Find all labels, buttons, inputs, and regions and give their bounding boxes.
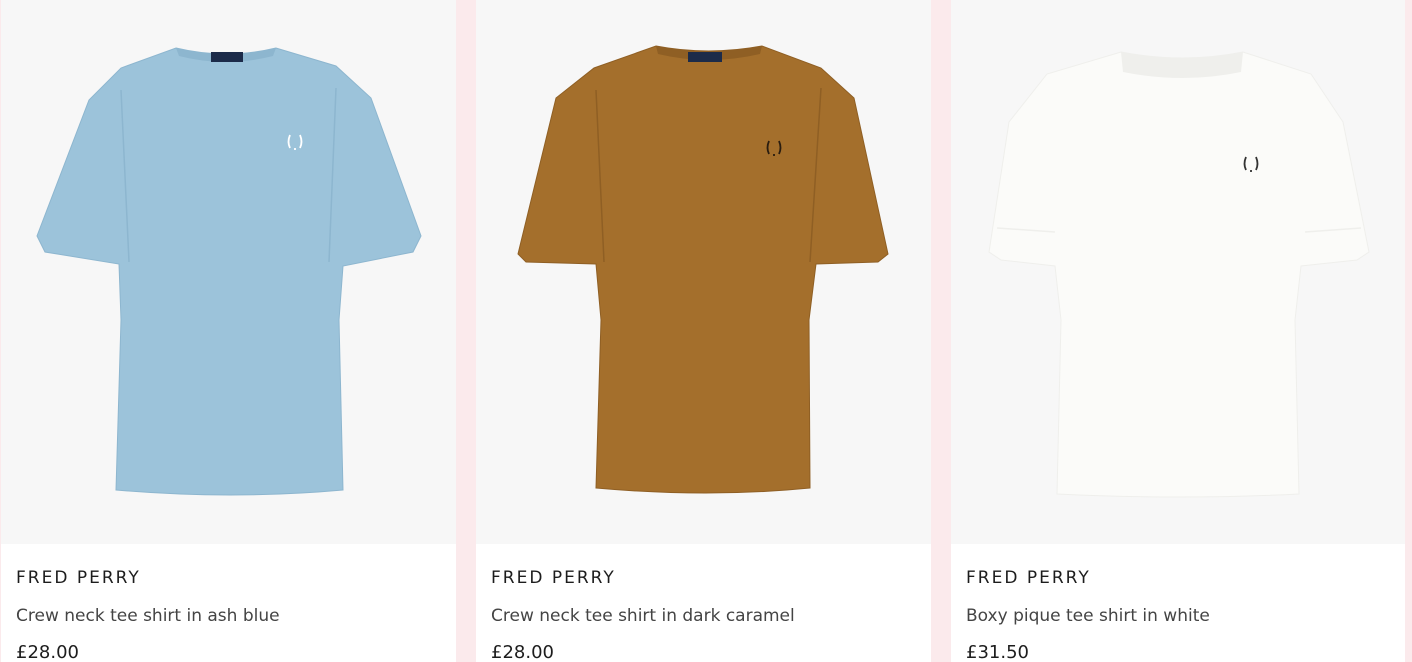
product-info: FRED PERRY Crew neck tee shirt in dark c…: [491, 544, 921, 662]
shirt-body: [36, 47, 422, 496]
product-name-link[interactable]: Crew neck tee shirt in dark caramel: [491, 606, 795, 626]
product-grid: FRED PERRY Crew neck tee shirt in ash bl…: [0, 0, 1412, 662]
product-brand: FRED PERRY: [16, 568, 141, 588]
neck-label: [211, 52, 243, 62]
product-brand: FRED PERRY: [491, 568, 616, 588]
product-name-link[interactable]: Boxy pique tee shirt in white: [966, 606, 1210, 626]
shirt-body: [988, 51, 1370, 498]
product-image[interactable]: [951, 0, 1405, 544]
tshirt-image: [36, 47, 422, 496]
product-image[interactable]: [476, 0, 931, 544]
product-brand: FRED PERRY: [966, 568, 1091, 588]
product-price: £28.00: [16, 642, 79, 662]
product-card[interactable]: FRED PERRY Crew neck tee shirt in dark c…: [476, 0, 931, 662]
product-name-link[interactable]: Crew neck tee shirt in ash blue: [16, 606, 280, 626]
tshirt-image: [988, 51, 1370, 498]
product-price: £31.50: [966, 642, 1029, 662]
shirt-collar: [1121, 52, 1243, 78]
product-card[interactable]: FRED PERRY Crew neck tee shirt in ash bl…: [1, 0, 456, 662]
product-info: FRED PERRY Crew neck tee shirt in ash bl…: [16, 544, 446, 662]
product-info: FRED PERRY Boxy pique tee shirt in white…: [966, 544, 1395, 662]
tshirt-image: [517, 45, 889, 494]
shirt-body: [517, 45, 889, 494]
product-image[interactable]: [1, 0, 456, 544]
product-card[interactable]: FRED PERRY Boxy pique tee shirt in white…: [951, 0, 1405, 662]
product-price: £28.00: [491, 642, 554, 662]
neck-label: [688, 52, 722, 62]
